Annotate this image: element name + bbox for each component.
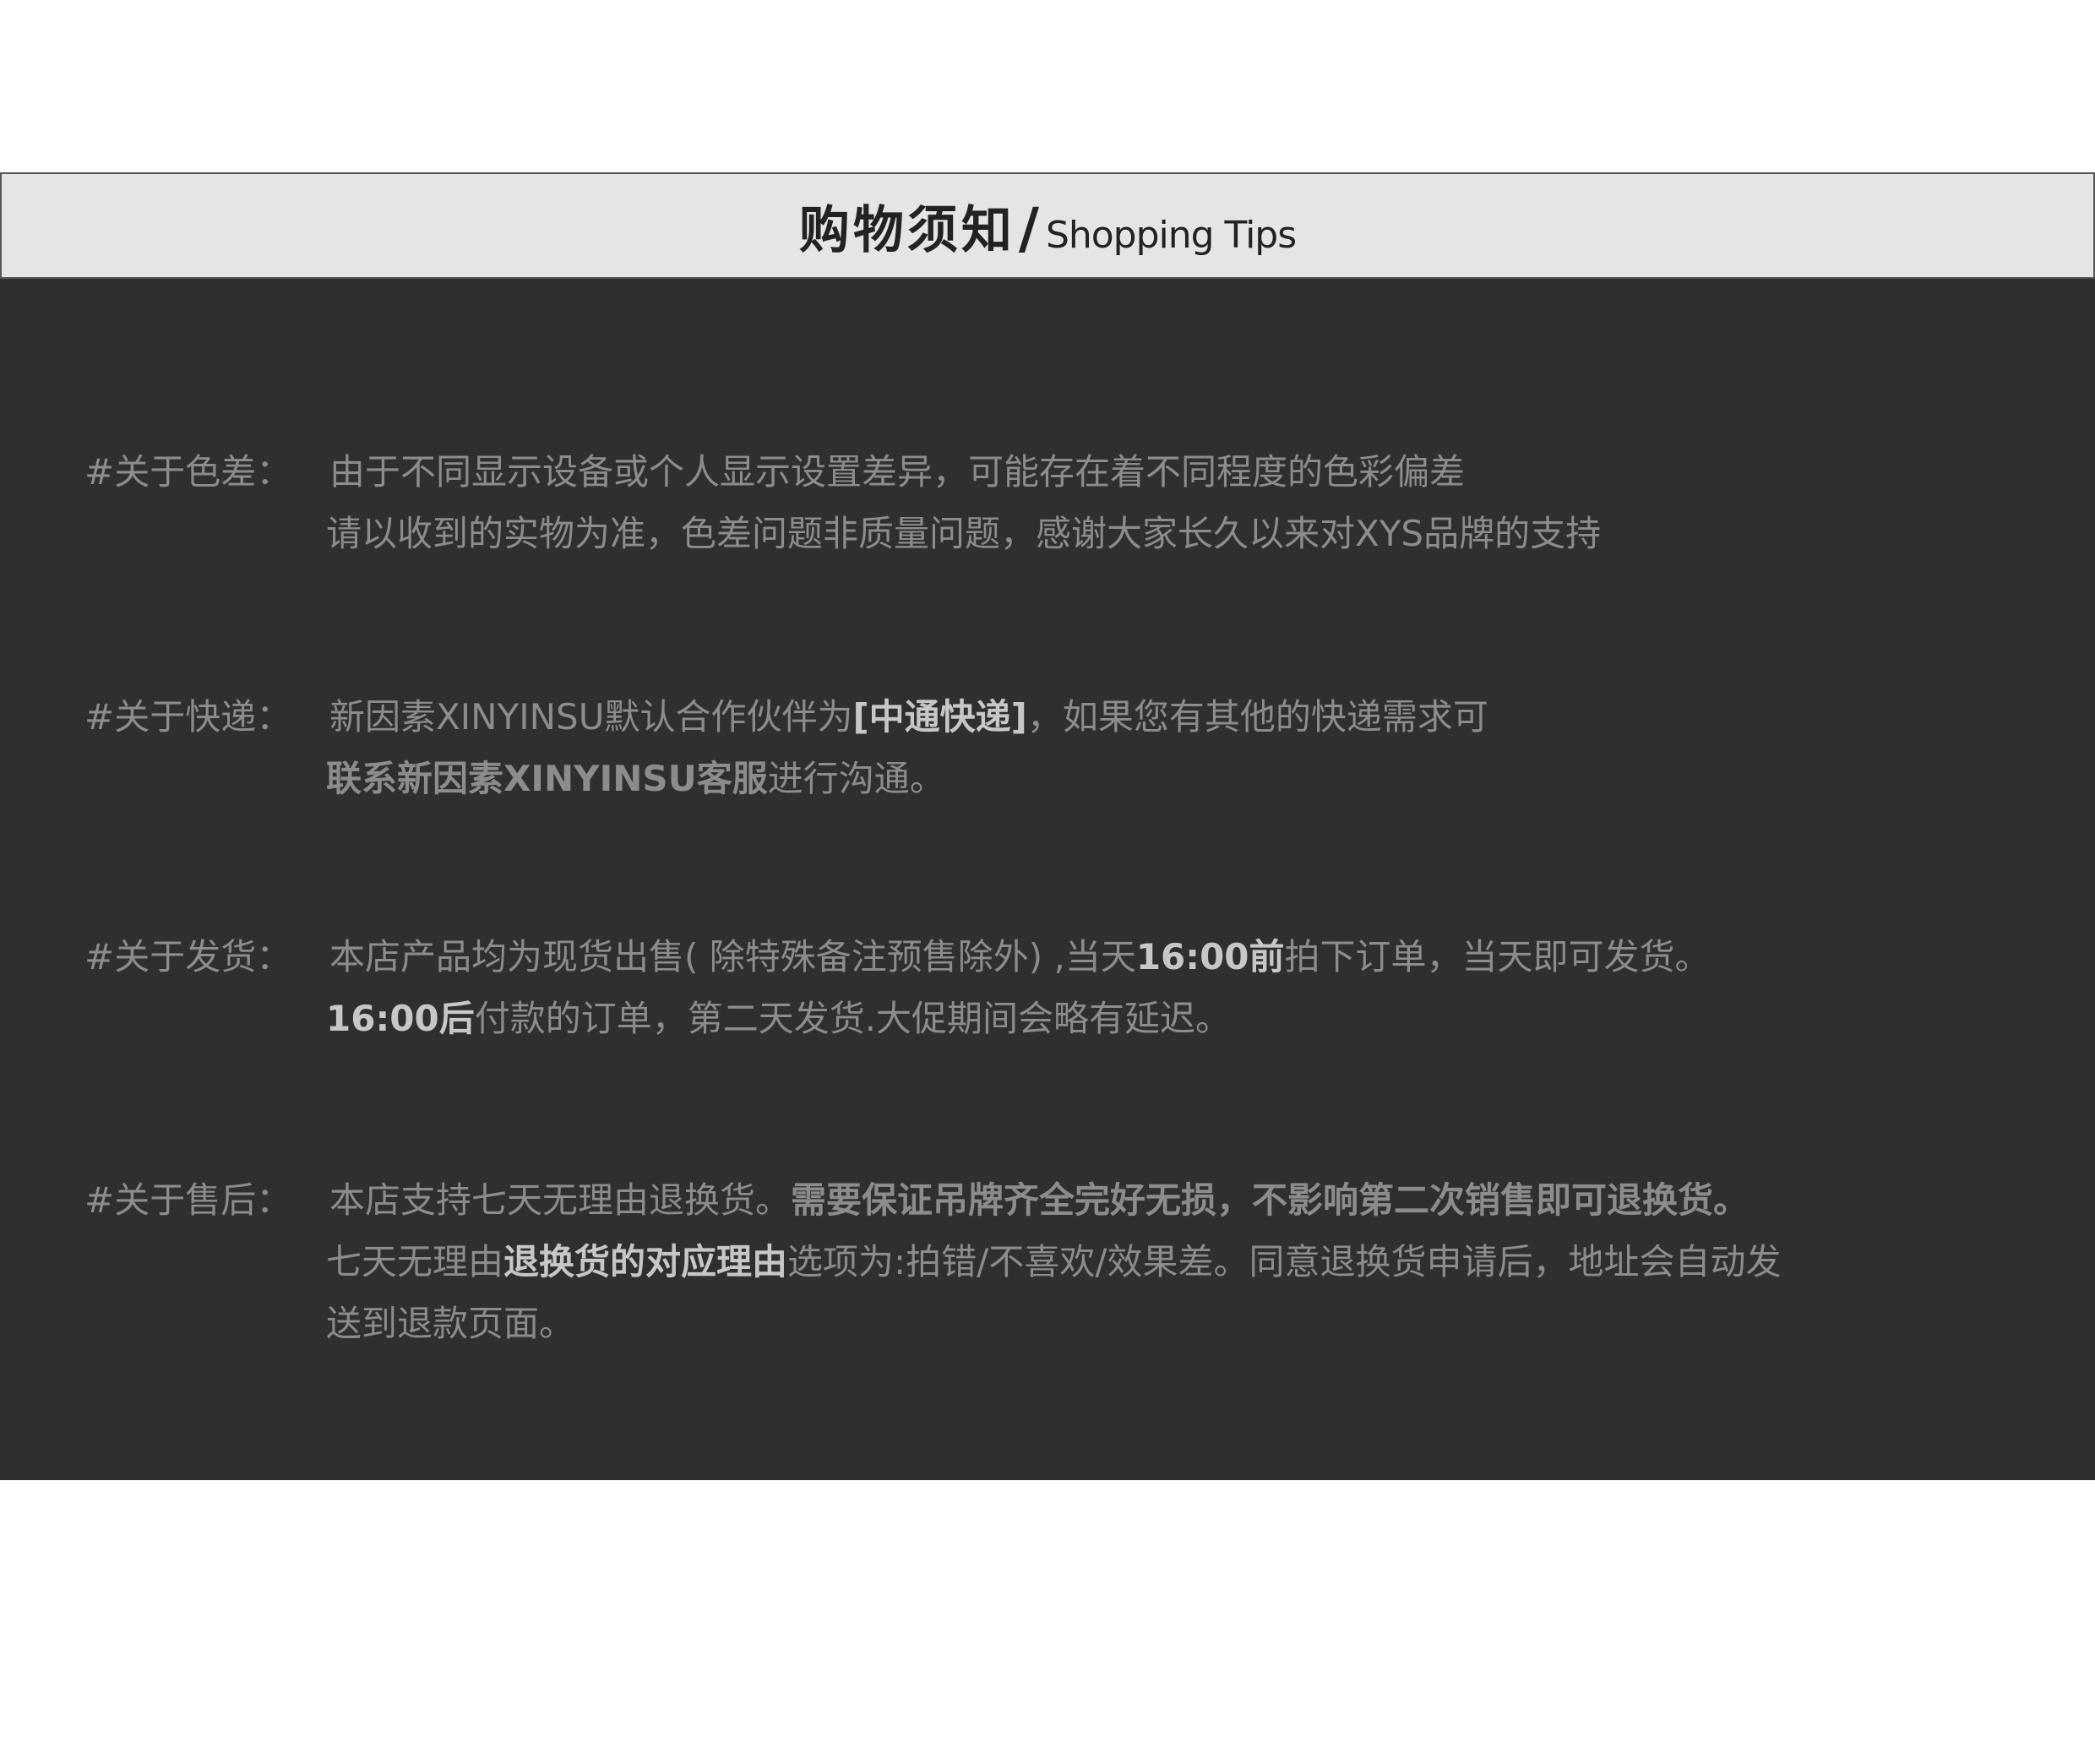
- tip-body-shipping: 本店产品均为现货出售( 除特殊备注预售除外) ,当天16:00前拍下订单，当天即…: [326, 926, 2053, 1049]
- tip-express-line-1: 新因素XINYINSU默认合作伙伴为[中通快递]，如果您有其他的快递需求可: [329, 686, 2053, 748]
- tip-aftersale-condition: 需要保证吊牌齐全完好无损，不影响第二次销售即可退换货。: [791, 1179, 1749, 1221]
- tip-label-aftersale: #关于售后：: [84, 1179, 292, 1221]
- tip-express-contact: 联系新因素XINYINSU客服: [326, 758, 768, 799]
- tip-express-line-2: 联系新因素XINYINSU客服进行沟通。: [326, 748, 2053, 809]
- tip-color-line-2: 请以收到的实物为准，色差问题非质量问题，感谢大家长久以来对XYS品牌的支持: [326, 513, 1602, 554]
- tip-shipping-cutoff-after: 16:00后: [326, 998, 475, 1039]
- tip-body-express: 新因素XINYINSU默认合作伙伴为[中通快递]，如果您有其他的快递需求可 联系…: [326, 686, 2053, 809]
- tip-shipping: #关于发货： 本店产品均为现货出售( 除特殊备注预售除外) ,当天16:00前拍…: [84, 926, 2053, 1049]
- tip-express-text-c: 进行沟通。: [767, 758, 945, 799]
- tip-after-sales: #关于售后： 本店支持七天无理由退换货。需要保证吊牌齐全完好无损，不影响第二次销…: [84, 1169, 2053, 1354]
- tip-label-shipping: #关于发货：: [84, 936, 292, 977]
- tip-shipping-text-a: 本店产品均为现货出售( 除特殊备注预售除外) ,当天: [329, 936, 1136, 977]
- tip-express-carrier: [中通快递]: [852, 696, 1027, 738]
- tip-aftersale-line-1: 本店支持七天无理由退换货。需要保证吊牌齐全完好无损，不影响第二次销售即可退换货。: [329, 1169, 2053, 1231]
- tip-aftersale-reason: 退换货的对应理由: [503, 1241, 788, 1282]
- tip-color-difference: #关于色差： 由于不同显示设备或个人显示设置差异，可能存在着不同程度的色彩偏差 …: [84, 441, 2053, 564]
- tip-color-line-1: 由于不同显示设备或个人显示设置差异，可能存在着不同程度的色彩偏差: [329, 451, 1466, 493]
- tip-shipping-text-b: 拍下订单，当天即可发货。: [1284, 936, 1711, 977]
- tip-shipping-text-c: 付款的订单，第二天发货.大促期间会略有延迟。: [474, 998, 1232, 1039]
- tip-express-text-a: 新因素XINYINSU默认合作伙伴为: [329, 696, 853, 738]
- tip-aftersale-text-c: 选项为:拍错/不喜欢/效果差。同意退换货申请后，地址会自动发: [787, 1241, 1782, 1282]
- tip-aftersale-text-b: 七天无理由: [326, 1241, 504, 1282]
- tip-body-color: 由于不同显示设备或个人显示设置差异，可能存在着不同程度的色彩偏差 请以收到的实物…: [326, 441, 2053, 564]
- tip-body-aftersale: 本店支持七天无理由退换货。需要保证吊牌齐全完好无损，不影响第二次销售即可退换货。…: [326, 1169, 2053, 1354]
- tip-express: #关于快递： 新因素XINYINSU默认合作伙伴为[中通快递]，如果您有其他的快…: [84, 686, 2053, 809]
- tip-aftersale-line-2: 七天无理由退换货的对应理由选项为:拍错/不喜欢/效果差。同意退换货申请后，地址会…: [326, 1231, 2053, 1293]
- tip-express-text-b: ，如果您有其他的快递需求可: [1026, 696, 1488, 738]
- tip-label-color: #关于色差：: [84, 451, 292, 493]
- title-separator: /: [1018, 195, 1039, 261]
- tip-aftersale-line-3: 送到退款页面。: [326, 1303, 575, 1344]
- tip-aftersale-text-a: 本店支持七天无理由退换货。: [329, 1179, 792, 1221]
- tip-label-express: #关于快递：: [84, 696, 292, 738]
- tip-shipping-line-2: 16:00后付款的订单，第二天发货.大促期间会略有延迟。: [326, 988, 2053, 1049]
- tip-shipping-line-1: 本店产品均为现货出售( 除特殊备注预售除外) ,当天16:00前拍下订单，当天即…: [329, 926, 2053, 988]
- shopping-tips-header: 购物须知 / Shopping Tips: [0, 172, 2095, 279]
- title-chinese: 购物须知: [798, 200, 1015, 260]
- title-english: Shopping Tips: [1045, 213, 1297, 257]
- tip-shipping-cutoff-before: 16:00前: [1135, 936, 1285, 977]
- header-title: 购物须知 / Shopping Tips: [798, 189, 1297, 263]
